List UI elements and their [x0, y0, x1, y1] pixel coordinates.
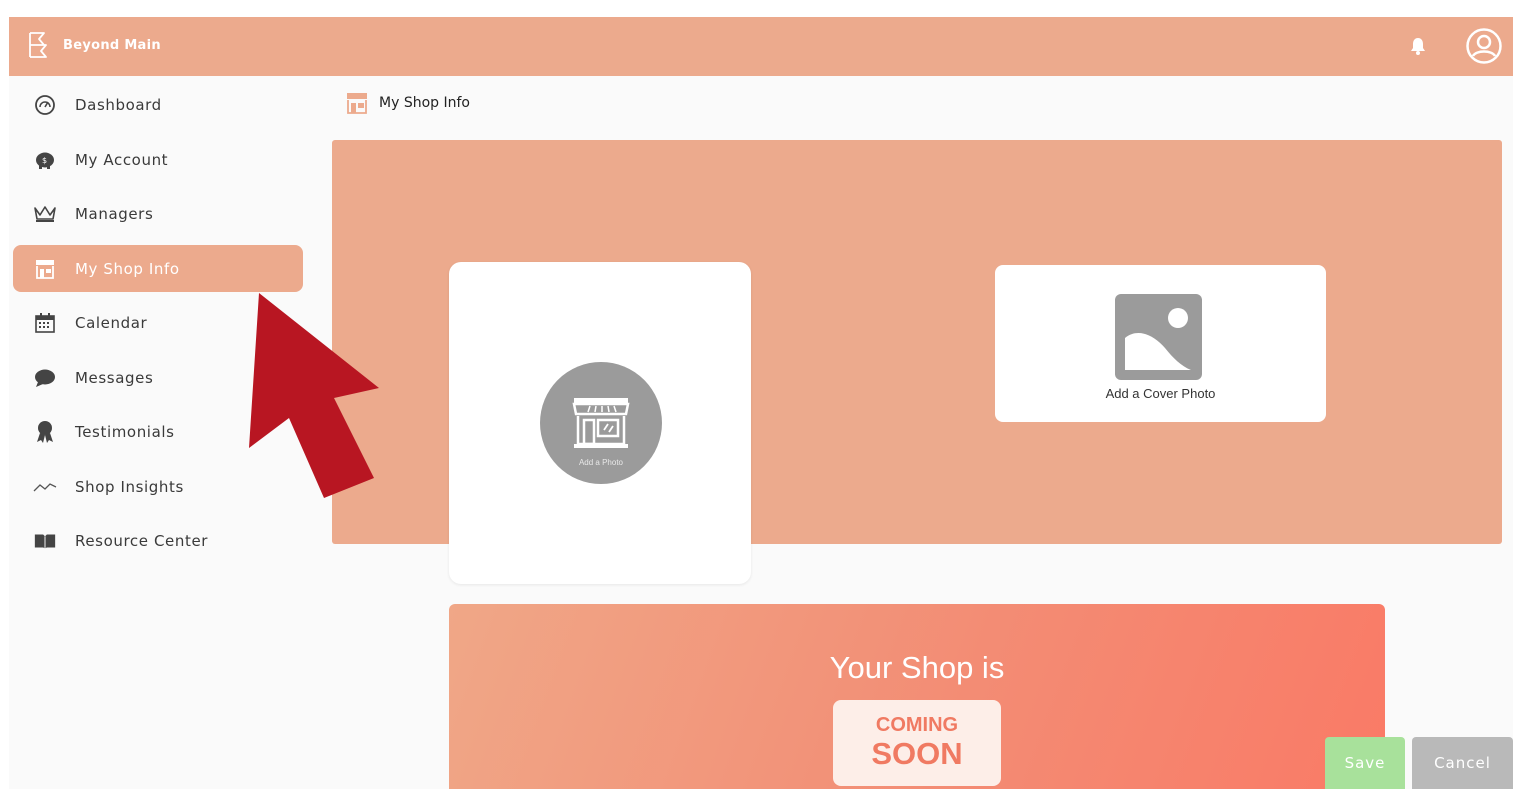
save-button[interactable]: Save: [1325, 737, 1405, 789]
coming-soon-title: Your Shop is: [829, 650, 1005, 685]
sidebar-item-managers[interactable]: Managers: [13, 190, 303, 237]
sidebar-item-dashboard[interactable]: Dashboard: [13, 81, 303, 128]
crown-icon: [33, 202, 57, 226]
shop-photo-card[interactable]: Add a Photo: [449, 262, 751, 584]
sidebar-item-label: Calendar: [75, 313, 148, 332]
award-icon: [33, 420, 57, 444]
sidebar-item-my-account[interactable]: $ My Account: [13, 136, 303, 183]
storefront-icon: [33, 257, 57, 281]
trend-line-icon: [33, 475, 57, 499]
add-photo-label: Add a Photo: [578, 458, 624, 467]
chat-bubble-icon: [33, 366, 57, 390]
annotation-arrow-icon: [249, 293, 379, 498]
sidebar-item-resource-center[interactable]: Resource Center: [13, 517, 303, 564]
user-circle-icon[interactable]: [1465, 27, 1503, 65]
book-icon: [33, 529, 57, 553]
sidebar-item-label: Resource Center: [75, 531, 209, 550]
speedometer-icon: [33, 93, 57, 117]
page-title: My Shop Info: [345, 91, 470, 115]
brand[interactable]: Beyond Main: [27, 31, 161, 59]
storefront-icon: [572, 398, 630, 448]
badge-line-coming: COMING: [875, 714, 959, 736]
sidebar-item-label: Shop Insights: [75, 477, 184, 496]
app-window: Beyond Main Dashboard $ My Account Manag…: [9, 17, 1513, 789]
coming-soon-badge: COMING SOON: [833, 700, 1001, 786]
cancel-button[interactable]: Cancel: [1412, 737, 1513, 789]
bell-icon[interactable]: [1407, 35, 1429, 57]
beyond-main-logo-icon: [29, 32, 47, 58]
cover-photo-card[interactable]: Add a Cover Photo: [995, 265, 1326, 422]
brand-name: Beyond Main: [63, 37, 161, 53]
add-photo-button[interactable]: Add a Photo: [540, 362, 662, 484]
badge-line-soon: SOON: [871, 736, 963, 771]
image-placeholder-icon: [1115, 294, 1202, 380]
storefront-icon: [347, 93, 367, 114]
coming-soon-panel: Your Shop is COMING SOON: [449, 604, 1385, 789]
sidebar-item-label: Managers: [75, 204, 154, 223]
sidebar-item-label: My Account: [75, 150, 169, 169]
page-title-text: My Shop Info: [379, 95, 470, 111]
piggy-bank-icon: $: [33, 148, 57, 172]
top-bar: Beyond Main: [9, 17, 1513, 76]
sidebar-item-my-shop-info[interactable]: My Shop Info: [13, 245, 303, 292]
sidebar-item-label: My Shop Info: [75, 259, 180, 278]
sidebar-item-label: Messages: [75, 368, 154, 387]
add-cover-photo-label: Add a Cover Photo: [1105, 386, 1216, 401]
calendar-icon: [33, 311, 57, 335]
svg-text:$: $: [42, 156, 47, 165]
sidebar-item-label: Testimonials: [75, 422, 175, 441]
sidebar-item-label: Dashboard: [75, 95, 162, 114]
